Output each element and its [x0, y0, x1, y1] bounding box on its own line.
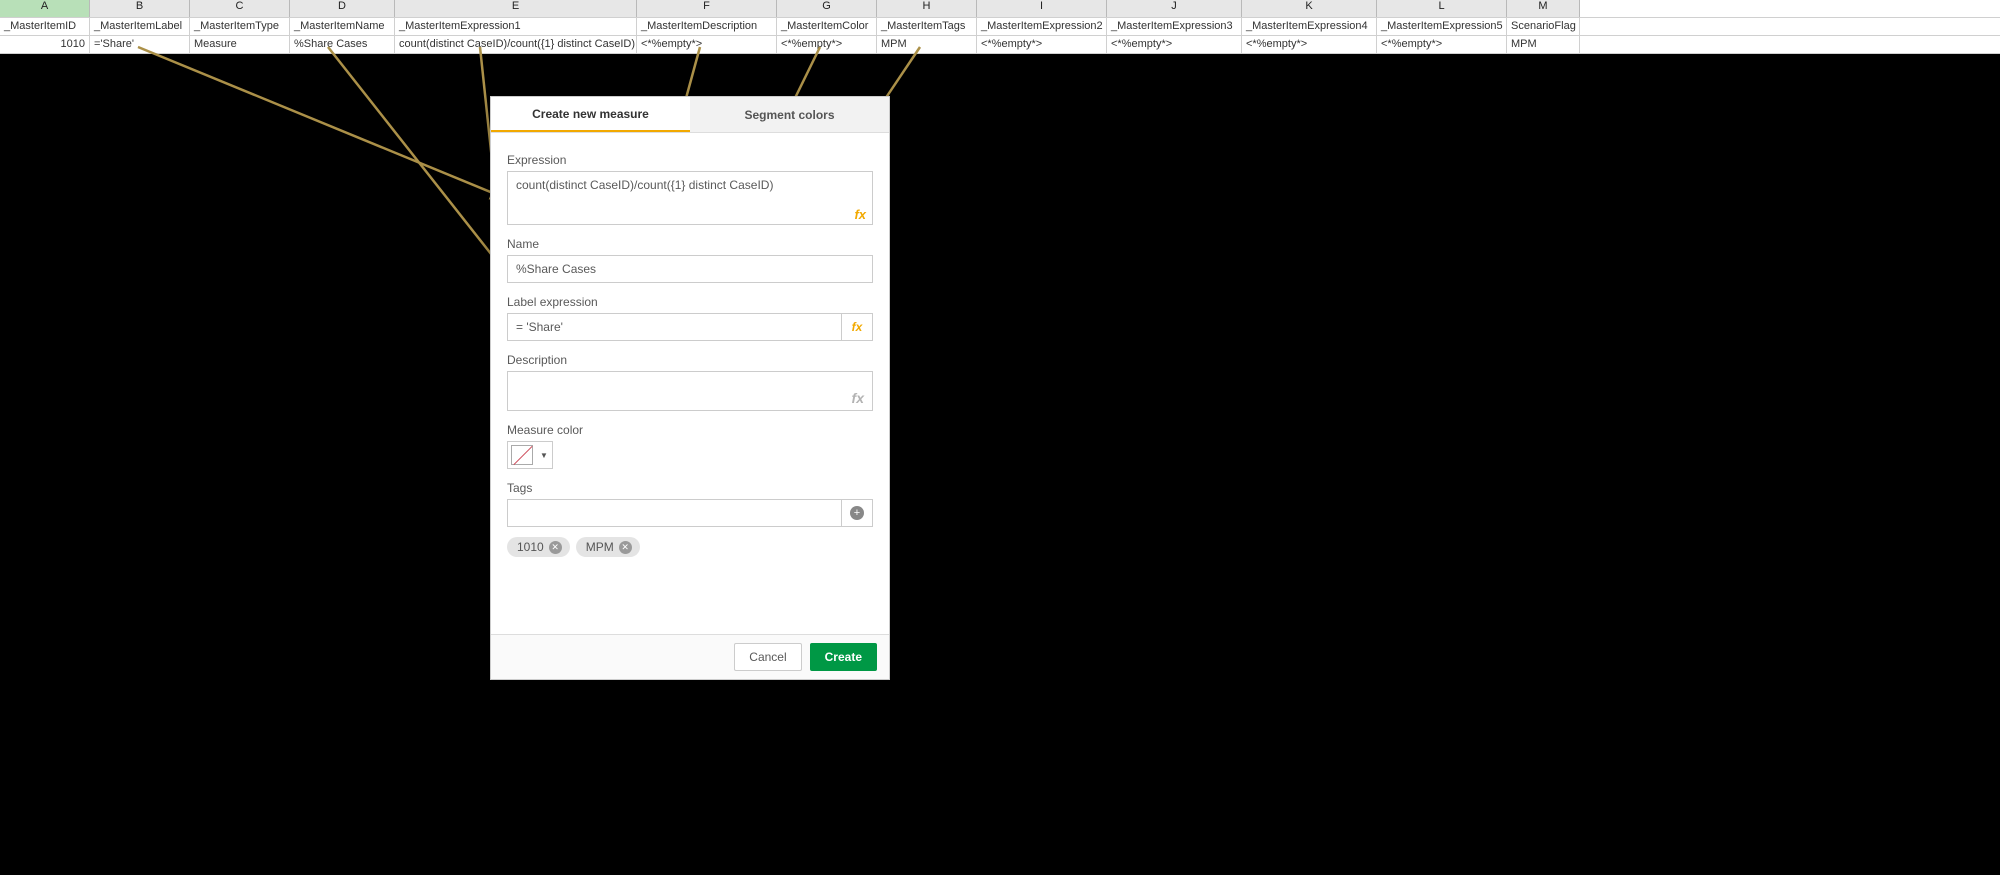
label-expression-input[interactable] — [507, 313, 841, 341]
column-header[interactable]: _MasterItemExpression5 — [1377, 18, 1507, 35]
header-row: _MasterItemID_MasterItemLabel_MasterItem… — [0, 18, 2000, 36]
plus-icon: + — [850, 506, 864, 520]
cell[interactable]: <*%empty*> — [1107, 36, 1242, 53]
mapping-arrows — [0, 0, 2000, 875]
column-letter[interactable]: I — [977, 0, 1107, 17]
fx-icon-gray[interactable]: fx — [852, 390, 864, 406]
column-letter[interactable]: L — [1377, 0, 1507, 17]
remove-tag-icon[interactable]: ✕ — [549, 541, 562, 554]
measure-color-picker[interactable]: ▼ — [507, 441, 553, 469]
tag-chip-label: 1010 — [517, 540, 544, 554]
chevron-down-icon: ▼ — [536, 451, 552, 460]
tags-input[interactable] — [507, 499, 841, 527]
remove-tag-icon[interactable]: ✕ — [619, 541, 632, 554]
name-input[interactable] — [507, 255, 873, 283]
dialog-footer: Cancel Create — [491, 634, 889, 679]
create-button[interactable]: Create — [810, 643, 877, 671]
tag-chip-label: MPM — [586, 540, 614, 554]
column-header[interactable]: _MasterItemColor — [777, 18, 877, 35]
cell[interactable]: <*%empty*> — [637, 36, 777, 53]
tab-segment-colors[interactable]: Segment colors — [690, 97, 889, 132]
cell[interactable]: Measure — [190, 36, 290, 53]
dialog-tabs: Create new measure Segment colors — [491, 97, 889, 133]
cancel-button[interactable]: Cancel — [734, 643, 801, 671]
column-letter[interactable]: D — [290, 0, 395, 17]
column-header[interactable]: _MasterItemExpression2 — [977, 18, 1107, 35]
description-label: Description — [507, 353, 873, 367]
tag-chip: 1010 ✕ — [507, 537, 570, 557]
column-letter[interactable]: M — [1507, 0, 1580, 17]
column-letter[interactable]: K — [1242, 0, 1377, 17]
expression-label: Expression — [507, 153, 873, 167]
no-color-swatch-icon — [511, 445, 533, 465]
create-measure-dialog: Create new measure Segment colors Expres… — [490, 96, 890, 680]
column-letter[interactable]: H — [877, 0, 977, 17]
cell[interactable]: <*%empty*> — [977, 36, 1107, 53]
data-row: 1010='Share'Measure%Share Casescount(dis… — [0, 36, 2000, 54]
expression-value: count(distinct CaseID)/count({1} distinc… — [516, 178, 773, 192]
column-letter[interactable]: F — [637, 0, 777, 17]
cell[interactable]: MPM — [1507, 36, 1580, 53]
column-letter-row: ABCDEFGHIJKLM — [0, 0, 2000, 18]
tags-label: Tags — [507, 481, 873, 495]
column-header[interactable]: _MasterItemDescription — [637, 18, 777, 35]
tag-chip-list: 1010 ✕ MPM ✕ — [507, 537, 873, 557]
fx-icon[interactable]: fx — [854, 207, 866, 222]
measure-color-label: Measure color — [507, 423, 873, 437]
column-letter[interactable]: B — [90, 0, 190, 17]
expression-input[interactable]: count(distinct CaseID)/count({1} distinc… — [507, 171, 873, 225]
column-header[interactable]: _MasterItemTags — [877, 18, 977, 35]
column-letter[interactable]: J — [1107, 0, 1242, 17]
cell[interactable]: %Share Cases — [290, 36, 395, 53]
column-header[interactable]: _MasterItemLabel — [90, 18, 190, 35]
column-letter[interactable]: E — [395, 0, 637, 17]
column-header[interactable]: _MasterItemType — [190, 18, 290, 35]
column-letter[interactable]: C — [190, 0, 290, 17]
column-header[interactable]: ScenarioFlag — [1507, 18, 1580, 35]
column-header[interactable]: _MasterItemName — [290, 18, 395, 35]
cell[interactable]: 1010 — [0, 36, 90, 53]
fx-button[interactable]: fx — [841, 313, 873, 341]
cell[interactable]: <*%empty*> — [1377, 36, 1507, 53]
cell[interactable]: MPM — [877, 36, 977, 53]
cell[interactable]: <*%empty*> — [1242, 36, 1377, 53]
spreadsheet: ABCDEFGHIJKLM _MasterItemID_MasterItemLa… — [0, 0, 2000, 54]
dialog-body: Expression count(distinct CaseID)/count(… — [491, 133, 889, 634]
column-header[interactable]: _MasterItemExpression3 — [1107, 18, 1242, 35]
label-expression-label: Label expression — [507, 295, 873, 309]
cell[interactable]: ='Share' — [90, 36, 190, 53]
column-header[interactable]: _MasterItemExpression4 — [1242, 18, 1377, 35]
cell[interactable]: <*%empty*> — [777, 36, 877, 53]
column-letter[interactable]: A — [0, 0, 90, 17]
tag-chip: MPM ✕ — [576, 537, 640, 557]
cell[interactable]: count(distinct CaseID)/count({1} distinc… — [395, 36, 637, 53]
description-input[interactable]: fx — [507, 371, 873, 411]
name-label: Name — [507, 237, 873, 251]
column-header[interactable]: _MasterItemID — [0, 18, 90, 35]
tab-create-new-measure[interactable]: Create new measure — [491, 97, 690, 132]
column-letter[interactable]: G — [777, 0, 877, 17]
add-tag-button[interactable]: + — [841, 499, 873, 527]
column-header[interactable]: _MasterItemExpression1 — [395, 18, 637, 35]
